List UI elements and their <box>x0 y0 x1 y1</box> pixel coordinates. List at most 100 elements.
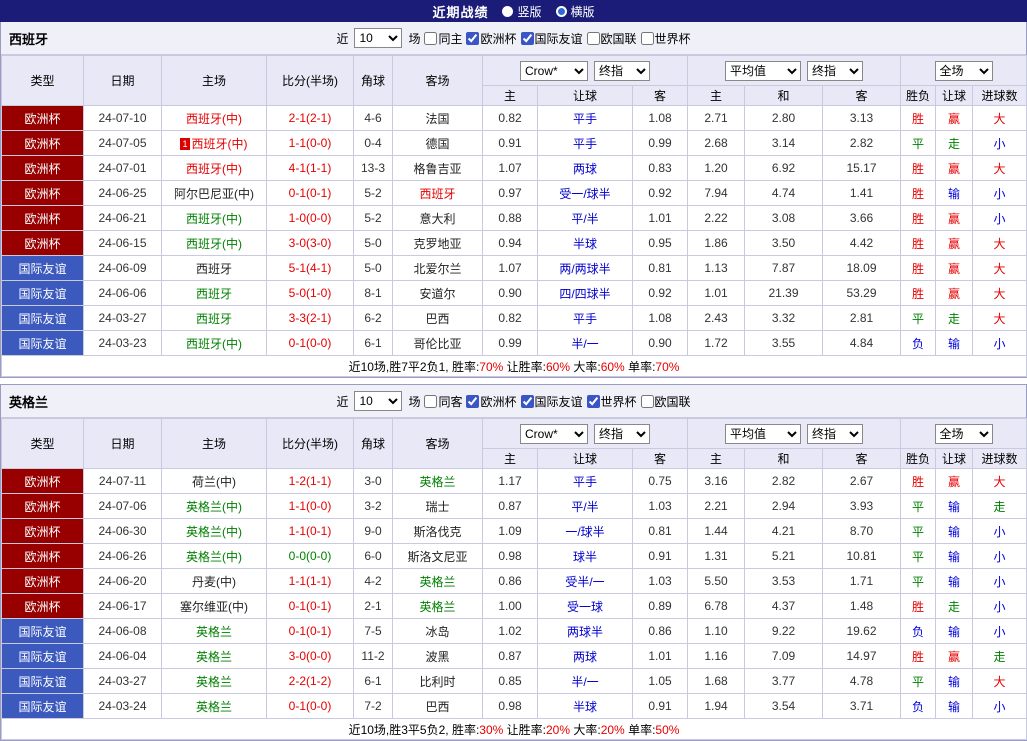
filter-checkbox-欧国联[interactable]: 欧国联 <box>586 30 637 47</box>
match-score: 3-0(3-0) <box>266 230 354 256</box>
match-date: 24-03-27 <box>83 305 162 331</box>
result-goals: 大 <box>972 255 1027 281</box>
match-score: 0-1(0-1) <box>266 180 354 206</box>
checkbox-icon[interactable] <box>586 31 600 45</box>
filter-bar: 近 10 场 同客 欧洲杯 国际友谊 世界杯 欧国联 <box>336 391 691 411</box>
checkbox-label: 国际友谊 <box>534 394 583 409</box>
match-score: 1-1(0-0) <box>266 493 354 519</box>
radio-vertical-label: 竖版 <box>517 4 542 19</box>
avg-time-select[interactable]: 终指 <box>807 60 864 81</box>
odds-home: 1.07 <box>482 255 538 281</box>
home-team-name: 西班牙 <box>195 286 232 301</box>
header-row-top: 类型 日期 主场 比分(半场) 角球 客场 Crow* 终指 平均值 终指 全场 <box>1 55 1027 106</box>
filter-checkbox-欧国联[interactable]: 欧国联 <box>640 393 691 410</box>
avg-home: 2.43 <box>687 305 746 331</box>
table-row: 欧洲杯 24-06-25 阿尔巴尼亚(中) 0-1(0-1) 5-2 西班牙 0.97 受一/… <box>1 180 1027 206</box>
col-header-主场: 主场 <box>161 55 267 106</box>
home-team: 西班牙(中) <box>161 155 267 181</box>
col-subheader-进球数: 进球数 <box>972 85 1027 106</box>
col-header-类型: 类型 <box>1 418 84 469</box>
table-row: 欧洲杯 24-06-15 西班牙(中) 3-0(3-0) 5-0 克罗地亚 0.94 半球 0.… <box>1 230 1027 256</box>
checkbox-icon[interactable] <box>640 31 654 45</box>
away-team: 西班牙 <box>392 180 483 206</box>
scope-select[interactable]: 全场 <box>934 423 993 444</box>
corner-stat: 6-0 <box>353 543 393 569</box>
checkbox-icon[interactable] <box>466 394 480 408</box>
checkbox-icon[interactable] <box>424 31 438 45</box>
checkbox-icon[interactable] <box>520 31 534 45</box>
avg-away: 1.41 <box>822 180 902 206</box>
home-team: 英格兰 <box>161 643 267 669</box>
home-team-name: 西班牙(中) <box>186 336 242 351</box>
average-select[interactable]: 平均值 <box>725 60 802 81</box>
result-goals: 大 <box>972 668 1027 694</box>
home-team: 西班牙(中) <box>161 205 267 231</box>
filter-checkbox-欧洲杯[interactable]: 欧洲杯 <box>466 393 517 410</box>
match-date: 24-03-27 <box>83 668 162 694</box>
filter-checkbox-同主[interactable]: 同主 <box>424 30 462 47</box>
average-select[interactable]: 平均值 <box>725 423 802 444</box>
filter-checkbox-世界杯[interactable]: 世界杯 <box>640 30 691 47</box>
result-winloss: 负 <box>900 693 937 719</box>
odds-away: 0.86 <box>631 618 689 644</box>
filter-checkbox-世界杯[interactable]: 世界杯 <box>586 393 637 410</box>
handicap-line: 两球 <box>537 643 633 669</box>
result-handicap: 赢 <box>935 205 974 231</box>
result-handicap: 输 <box>935 330 974 356</box>
layout-radio-vertical[interactable]: 竖版 <box>502 3 542 20</box>
result-goals: 走 <box>972 643 1027 669</box>
match-type: 国际友谊 <box>1 255 84 281</box>
avg-home: 1.13 <box>687 255 746 281</box>
bookmaker-select[interactable]: Crow* <box>520 423 588 444</box>
avg-home: 1.44 <box>687 518 746 544</box>
table-row: 国际友谊 24-06-04 英格兰 3-0(0-0) 11-2 波黑 0.87 两球 1.01 1… <box>1 643 1027 669</box>
match-date: 24-06-25 <box>83 180 162 206</box>
checkbox-icon[interactable] <box>520 394 534 408</box>
match-type: 欧洲杯 <box>1 493 84 519</box>
checkbox-icon[interactable] <box>640 394 654 408</box>
match-score: 2-1(2-1) <box>266 105 354 131</box>
home-team: 西班牙(中) <box>161 105 267 131</box>
col-header-角球: 角球 <box>353 418 393 469</box>
checkbox-icon[interactable] <box>586 394 600 408</box>
result-handicap: 输 <box>935 518 974 544</box>
match-count-select[interactable]: 10 <box>354 28 403 48</box>
corner-stat: 2-1 <box>353 593 393 619</box>
handicap-line: 半/一 <box>537 668 633 694</box>
odds-away: 0.91 <box>631 543 689 569</box>
checkbox-icon[interactable] <box>424 394 438 408</box>
match-count-select[interactable]: 10 <box>354 391 403 411</box>
match-type: 欧洲杯 <box>1 130 84 156</box>
odds-away: 1.08 <box>631 105 689 131</box>
odds-source-group: Crow* 终指 <box>481 55 689 86</box>
match-type: 国际友谊 <box>1 668 84 694</box>
filter-checkbox-欧洲杯[interactable]: 欧洲杯 <box>466 30 517 47</box>
summary-stat-value: 50% <box>655 722 680 737</box>
avg-time-select[interactable]: 终指 <box>807 423 864 444</box>
odds-source-group: Crow* 终指 <box>481 418 689 449</box>
filter-checkbox-国际友谊[interactable]: 国际友谊 <box>520 393 583 410</box>
team-section: 西班牙近 10 场同主 欧洲杯 国际友谊 欧国联 世界杯 类型 日期 主场 比分(半场) 角球 客场 Cr… <box>0 22 1027 378</box>
match-score: 1-0(0-0) <box>266 205 354 231</box>
checkbox-icon[interactable] <box>466 31 480 45</box>
filter-checkbox-同客[interactable]: 同客 <box>424 393 462 410</box>
avg-draw: 3.14 <box>744 130 824 156</box>
match-type: 国际友谊 <box>1 643 84 669</box>
home-team: 1 西班牙(中) <box>161 130 267 156</box>
odds-time-select[interactable]: 终指 <box>594 423 650 444</box>
match-score: 0-1(0-1) <box>266 593 354 619</box>
odds-away: 0.99 <box>631 130 689 156</box>
result-winloss: 胜 <box>900 230 937 256</box>
avg-draw: 4.37 <box>744 593 824 619</box>
odds-time-select[interactable]: 终指 <box>594 60 650 81</box>
corner-stat: 7-2 <box>353 693 393 719</box>
match-type: 欧洲杯 <box>1 205 84 231</box>
corner-stat: 13-3 <box>353 155 393 181</box>
home-team-name: 西班牙(中) <box>186 236 242 251</box>
filter-checkbox-国际友谊[interactable]: 国际友谊 <box>520 30 583 47</box>
layout-radio-horizontal[interactable]: 横版 <box>555 3 595 20</box>
result-winloss: 胜 <box>900 280 937 306</box>
away-team: 英格兰 <box>392 568 483 594</box>
scope-select[interactable]: 全场 <box>934 60 993 81</box>
bookmaker-select[interactable]: Crow* <box>520 60 588 81</box>
